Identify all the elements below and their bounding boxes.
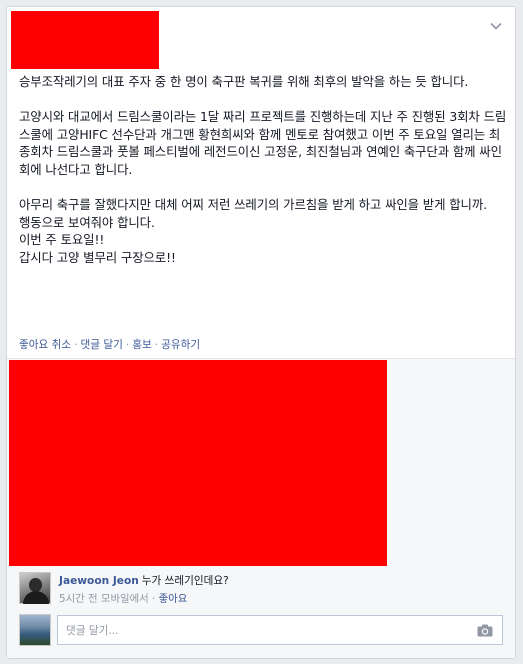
share-link[interactable]: 공유하기 — [161, 339, 200, 351]
post-paragraph: 이번 주 토요일!! — [19, 232, 105, 248]
post-paragraph: 갑시다 고양 별무리 구장으로!! — [19, 249, 176, 265]
reply-row: 댓글 달기... — [19, 613, 509, 647]
chevron-down-icon[interactable] — [489, 19, 503, 33]
post-paragraph: 아무리 축구를 잘했다지만 대체 어찌 저런 쓰레기의 가르침을 받게 하고 싸… — [19, 197, 487, 213]
comment-like-link[interactable]: 좋아요 — [159, 593, 188, 605]
separator: · — [74, 339, 78, 351]
post-card: 승부조작레기의 대표 주자 중 한 명이 축구판 복귀를 위해 최후의 발악을 … — [6, 6, 516, 659]
redacted-likes-block — [9, 360, 387, 566]
separator: · — [154, 339, 159, 351]
comment-item: Jaewoon Jeon 누가 쓰레기인데요? 5시간 전 모바일에서 · 좋아요 — [19, 570, 509, 606]
avatar[interactable] — [19, 572, 51, 604]
comment-author[interactable]: Jaewoon Jeon — [59, 575, 139, 587]
comment-timestamp[interactable]: 5시간 전 모바일에서 — [59, 593, 149, 605]
comment-input-placeholder: 댓글 달기... — [66, 625, 119, 637]
post-paragraph: 행동으로 보여줘야 합니다. — [19, 214, 155, 230]
promote-link[interactable]: 홍보 — [132, 339, 152, 351]
post-paragraph: 승부조작레기의 대표 주자 중 한 명이 축구판 복귀를 위해 최후의 발악을 … — [19, 74, 469, 89]
avatar — [19, 614, 51, 646]
post-actions: 좋아요 취소 · 댓글 달기 · 홍보 · 공유하기 — [19, 337, 200, 352]
comment-link[interactable]: 댓글 달기 — [80, 339, 122, 351]
comment-text: 누가 쓰레기인데요? — [141, 575, 229, 587]
post-paragraph: 고양시와 대교에서 드림스쿨이라는 1달 짜리 프로젝트를 진행하는데 지난 주… — [19, 109, 507, 177]
separator: · — [125, 339, 130, 351]
redacted-author-header — [11, 11, 159, 69]
camera-icon[interactable] — [477, 624, 493, 637]
post-text: 승부조작레기의 대표 주자 중 한 명이 축구판 복귀를 위해 최후의 발악을 … — [19, 73, 507, 267]
unlike-link[interactable]: 좋아요 취소 — [19, 339, 71, 351]
comment-input[interactable]: 댓글 달기... — [57, 615, 503, 645]
separator: · — [152, 593, 156, 605]
